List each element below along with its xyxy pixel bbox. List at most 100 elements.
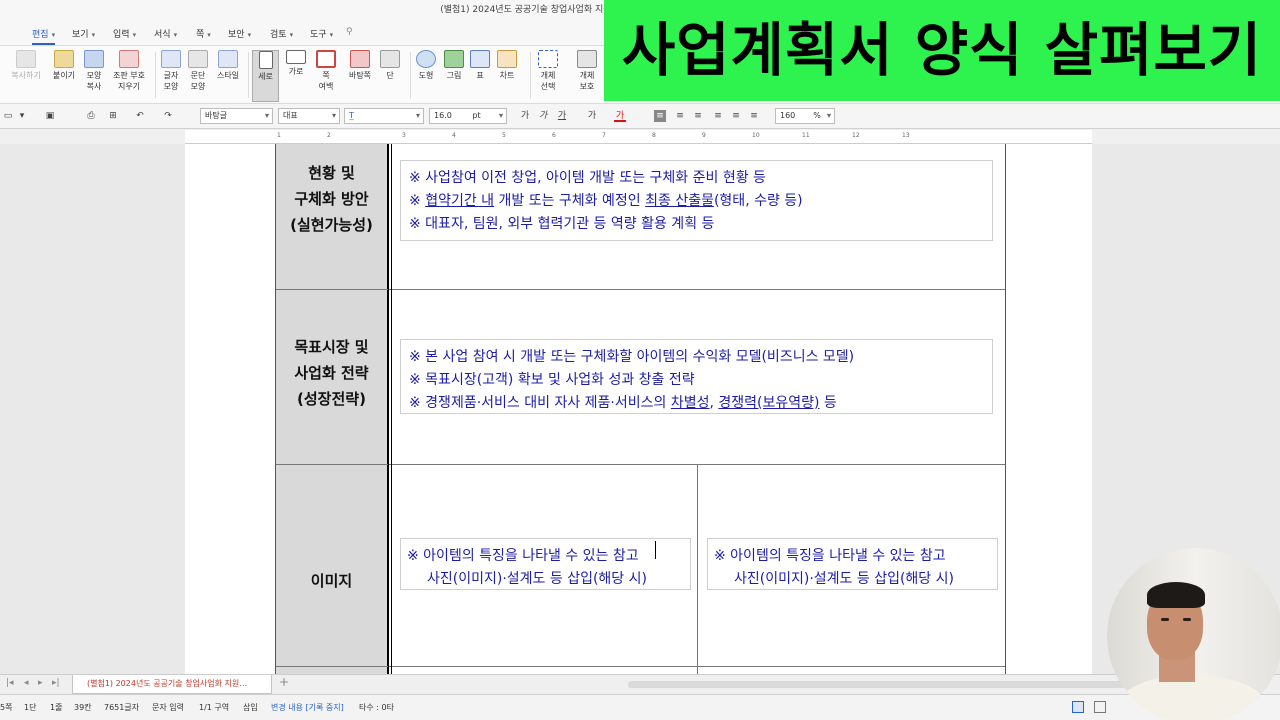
underline-icon[interactable]: 가 [556,110,568,122]
redo-icon[interactable]: ↷ [162,110,174,122]
font-select[interactable]: T̲ [344,108,424,124]
chevron-down-icon: ▾ [207,31,211,39]
status-line: 1줄 [50,703,63,712]
chevron-down-icon: ▾ [329,31,334,39]
menu-tools[interactable]: 도구 ▾ [310,27,333,40]
save-icon[interactable]: ▣ [44,110,56,122]
ruler-tick: 5 [502,132,506,139]
align-left-icon[interactable]: ≡ [674,110,686,122]
column-button[interactable]: 단 [370,50,410,81]
status-page: 5쪽 [0,703,13,712]
next-tab-icon[interactable]: ▸ [38,678,43,688]
row-label-status: 현황 및 구체화 방안 (실현가능성) [275,144,388,289]
ruler-tick: 3 [402,132,406,139]
copy-icon [16,50,36,68]
document-tab[interactable]: (별첨1) 2024년도 공공기술 창업사업화 지원… [72,675,272,694]
style-select[interactable]: 바탕글 [200,108,273,124]
align-justify-icon[interactable]: ≡ [654,110,666,122]
guide-note-line: ※ 아이템의 특징을 나타낼 수 있는 참고 [407,548,639,564]
document-area[interactable]: 현황 및 구체화 방안 (실현가능성) ※ 사업참여 이전 창업, 아이템 개발… [0,144,1280,674]
menu-insert[interactable]: 입력 ▾ [113,27,136,40]
format-toolbar: ▭ ▾ ▣ ⎙ ⊞ ↶ ↷ 바탕글 대표 T̲ 16.0 pt 가 가 가 가 … [0,104,1280,129]
menu-page[interactable]: 쪽 ▾ [196,27,211,40]
ruler-tick: 6 [552,132,556,139]
text-cursor [655,541,656,559]
presenter-eye [1161,618,1169,621]
align-center-icon[interactable]: ≡ [692,110,704,122]
row-label-line: 사업화 전략 [294,364,369,382]
portrait-button[interactable]: 세로 [252,50,279,102]
select-object-icon [538,50,558,68]
table-outer-border-left [275,144,276,674]
protect-object-icon [577,50,597,68]
guide-note-line: ※ 목표시장(고객) 확보 및 사업화 성과 창출 전략 [409,372,695,388]
preview-icon[interactable]: ⊞ [107,110,119,122]
ruler-tick: 12 [852,132,860,139]
pin-icon[interactable]: ⚲ [346,27,353,37]
font-color-icon[interactable]: 가 [614,110,626,122]
ruler-tick: 8 [652,132,656,139]
guide-note-line: ※ 협약기간 내 개발 또는 구체화 예정인 최종 산출물(형태, 수량 등) [409,193,803,209]
chevron-down-icon: ▾ [51,31,56,39]
font-icon: T̲ [349,111,354,120]
bold-icon[interactable]: 가 [519,110,531,122]
ruler-tick: 10 [752,132,760,139]
banner-title: 사업계획서 양식 살펴보기 [621,16,1263,84]
protect-object-button[interactable]: 개체 보호 [567,50,607,92]
ruler-tick: 9 [702,132,706,139]
status-cell: 39칸 [74,703,92,712]
menu-security[interactable]: 보안 ▾ [228,27,251,40]
menu-view[interactable]: 보기 ▾ [72,27,95,40]
language-select[interactable]: 대표 [278,108,340,124]
table-row-border [275,666,1006,667]
copy-button[interactable]: 복사하기 [6,50,46,81]
zoom-select[interactable]: 160% [775,108,835,124]
row-label-image: 이미지 [275,465,388,674]
app-window: (별첨1) 2024년도 공공기술 창업사업화 지원사업 사업계획서 양식(hw… [0,0,1280,720]
ruler-track: 1 2 3 4 5 6 7 8 9 10 11 12 13 [197,130,1010,143]
chart-button[interactable]: 차트 [487,50,527,81]
ruler-tick: 7 [602,132,606,139]
clear-format-icon [119,50,139,68]
style-button[interactable]: 스타일 [208,50,248,81]
portrait-icon [258,51,273,69]
menu-review[interactable]: 검토 ▾ [270,27,293,40]
normal-view-icon[interactable] [1072,701,1084,713]
image-guide-note-right[interactable]: ※ 아이템의 특징을 나타낼 수 있는 참고 사진(이미지)·설계도 등 삽입(… [707,538,998,590]
status-typing-speed: 타수 : 0타 [359,703,394,712]
table-column-border [697,465,698,674]
guide-note-status[interactable]: ※ 사업참여 이전 창업, 아이템 개발 또는 구체화 준비 현황 등 ※ 협약… [400,160,993,241]
align-divide-icon[interactable]: ≡ [748,110,760,122]
chevron-down-icon: ▾ [132,31,137,39]
print-icon[interactable]: ⎙ [85,110,97,122]
status-insert-mode[interactable]: 삽입 [243,702,258,713]
guide-note-market[interactable]: ※ 본 사업 참여 시 개발 또는 구체화할 아이템의 수익화 모델(비즈니스 … [400,339,993,414]
status-track-changes[interactable]: 변경 내용 [기록 중지] [271,702,344,713]
menu-format[interactable]: 서식 ▾ [154,27,177,40]
row-label-line: 현황 및 [308,164,355,182]
align-right-icon[interactable]: ≡ [712,110,724,122]
paste-icon [54,50,74,68]
font-size-select[interactable]: 16.0 pt [429,108,507,124]
strikethrough-icon[interactable]: 가 [586,110,598,122]
chevron-down-icon[interactable]: ▾ [16,110,28,122]
undo-icon[interactable]: ↶ [134,110,146,122]
webcam-overlay [1107,548,1280,720]
menu-edit[interactable]: 편집 ▾ [32,27,56,45]
para-shape-icon [188,50,208,68]
add-tab-button[interactable]: + [279,675,289,689]
first-tab-icon[interactable]: |◂ [6,678,14,688]
landscape-icon [286,50,306,64]
format-painter-icon [84,50,104,68]
document-tabs-bar: |◂ ◂ ▸ ▸| (별첨1) 2024년도 공공기술 창업사업화 지원… + [0,674,1280,694]
open-folder-icon[interactable]: ▭ [2,110,14,122]
select-object-button[interactable]: 개체 선택 [528,50,568,92]
page-view-icon[interactable] [1094,701,1106,713]
italic-icon[interactable]: 가 [537,110,549,122]
ruler: 1 2 3 4 5 6 7 8 9 10 11 12 13 [185,130,1092,144]
clear-format-button[interactable]: 조판 부호 지우기 [106,50,152,92]
image-guide-note-left[interactable]: ※ 아이템의 특징을 나타낼 수 있는 참고 사진(이미지)·설계도 등 삽입(… [400,538,691,590]
prev-tab-icon[interactable]: ◂ [24,678,29,688]
align-distribute-icon[interactable]: ≡ [730,110,742,122]
last-tab-icon[interactable]: ▸| [52,678,60,688]
